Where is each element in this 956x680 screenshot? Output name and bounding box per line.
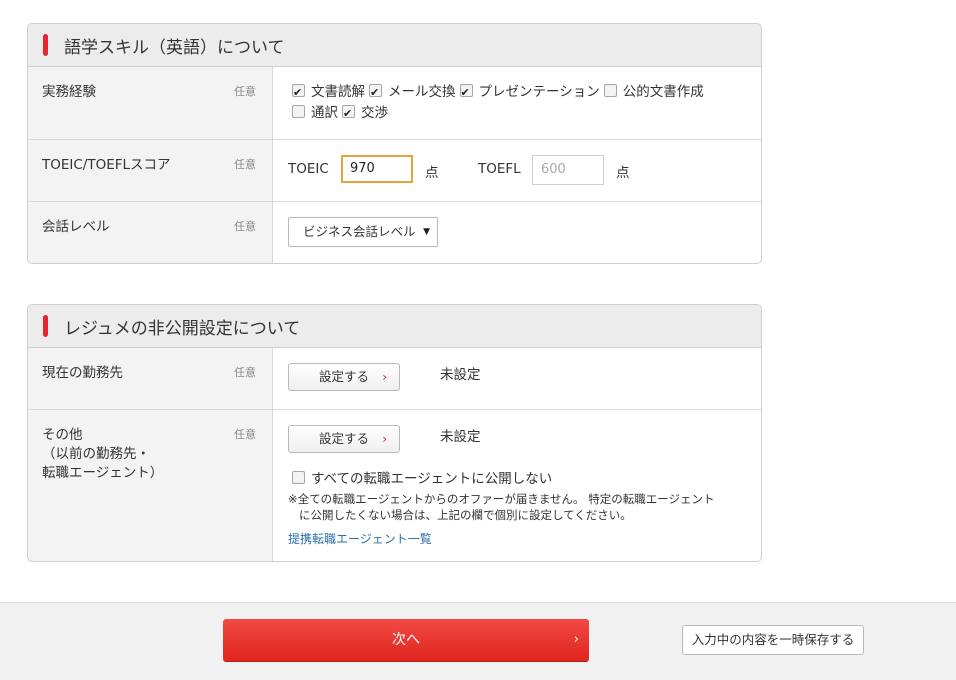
work-experience-label: 実務経験 [42, 84, 96, 100]
row-label-cell: 現在の勤務先 任意 [28, 348, 273, 409]
section-title: レジュメの非公開設定について [64, 318, 301, 339]
other-label-line2: （以前の勤務先・ [42, 446, 150, 462]
footer-bar: 次へ › 入力中の内容を一時保存する [0, 602, 956, 680]
checkbox-hide-all-agents[interactable]: すべての転職エージェントに公開しない [292, 467, 552, 487]
optional-badge: 任意 [234, 220, 256, 233]
section-accent-bar [43, 315, 48, 337]
conversation-level-select[interactable]: ビジネス会話レベル ▼ [288, 217, 438, 247]
conversation-level-label: 会話レベル [42, 219, 110, 235]
score-label: TOEIC/TOEFLスコア [42, 157, 171, 173]
checkbox-box[interactable] [292, 105, 305, 118]
checkbox-negotiation[interactable]: 交渉 [342, 103, 388, 124]
section-title: 語学スキル（英語）について [64, 37, 285, 58]
optional-badge: 任意 [234, 85, 256, 98]
chevron-right-icon: › [382, 432, 387, 446]
dropdown-caret-icon: ▼ [423, 227, 430, 237]
checkbox-label: 文書読解 [311, 84, 365, 100]
checkbox-box[interactable] [603, 84, 617, 97]
toeic-unit: 点 [425, 165, 439, 181]
resume-privacy-section: レジュメの非公開設定について 現在の勤務先 任意 設定する › 未設定 その他 … [27, 304, 762, 562]
note-line2: に公開したくない場合は、上記の欄で個別に設定してください。 [299, 508, 632, 522]
section-accent-bar [43, 34, 48, 56]
checkbox-box[interactable] [292, 471, 305, 484]
row-current-employer: 現在の勤務先 任意 設定する › 未設定 [28, 348, 761, 410]
checkbox-document-reading[interactable]: 文書読解 [292, 82, 365, 103]
current-employer-status: 未設定 [440, 367, 481, 383]
checkbox-box[interactable] [292, 82, 305, 103]
toeic-score-input[interactable]: 970 [341, 155, 413, 183]
checkbox-presentation[interactable]: プレゼンテーション [459, 82, 600, 103]
next-button-label: 次へ [392, 632, 420, 648]
row-label-cell: 会話レベル 任意 [28, 202, 273, 263]
next-button[interactable]: 次へ › [223, 619, 589, 661]
row-label-cell: 実務経験 任意 [28, 67, 273, 139]
other-label-line1: その他 [42, 427, 83, 443]
checkbox-label: 交渉 [361, 105, 388, 121]
work-experience-value: 文書読解 メール交換 プレゼンテーション 公的文書作成 通訳 交渉 [273, 67, 761, 139]
row-score: TOEIC/TOEFLスコア 任意 TOEIC 970 点 TOEFL 600 … [28, 140, 761, 202]
toefl-score-input[interactable]: 600 [532, 155, 604, 185]
chevron-right-icon: › [382, 370, 387, 384]
set-other-button[interactable]: 設定する › [288, 425, 400, 453]
toefl-label: TOEFL [478, 161, 521, 177]
other-label-line3: 転職エージェント） [42, 465, 164, 481]
checkbox-label: メール交換 [388, 84, 456, 100]
row-label-cell: TOEIC/TOEFLスコア 任意 [28, 140, 273, 201]
checkbox-box[interactable] [459, 82, 473, 103]
temporary-save-button[interactable]: 入力中の内容を一時保存する [682, 625, 864, 655]
section-header: 語学スキル（英語）について [28, 24, 761, 67]
note-line1: ※全ての転職エージェントからのオファーが届きません。 特定の転職エージェント [288, 492, 715, 506]
row-other: その他 （以前の勤務先・ 転職エージェント） 任意 設定する › 未設定 すべて… [28, 410, 761, 561]
selected-option: ビジネス会話レベル [303, 224, 416, 239]
row-work-experience: 実務経験 任意 文書読解 メール交換 プレゼンテーション 公的文書作成 通訳 交渉 [28, 67, 761, 140]
checkbox-label: すべての転職エージェントに公開しない [311, 471, 553, 487]
current-employer-label: 現在の勤務先 [42, 365, 123, 381]
checkbox-box[interactable] [342, 103, 355, 124]
privacy-note: ※全ての転職エージェントからのオファーが届きません。 特定の転職エージェント に… [288, 491, 714, 523]
other-status: 未設定 [440, 429, 481, 445]
language-skill-section: 語学スキル（英語）について 実務経験 任意 文書読解 メール交換 プレゼンテーション… [27, 23, 762, 264]
optional-badge: 任意 [234, 158, 256, 171]
checkbox-official-documents[interactable]: 公的文書作成 [603, 82, 704, 103]
chevron-right-icon: › [573, 632, 579, 647]
score-value: TOEIC 970 点 TOEFL 600 点 [273, 140, 761, 201]
set-current-employer-button[interactable]: 設定する › [288, 363, 400, 391]
optional-badge: 任意 [234, 366, 256, 379]
checkbox-box[interactable] [369, 82, 382, 103]
toefl-unit: 点 [616, 165, 630, 181]
section-header: レジュメの非公開設定について [28, 305, 761, 348]
row-conversation-level: 会話レベル 任意 ビジネス会話レベル ▼ [28, 202, 761, 263]
checkbox-label: プレゼンテーション [478, 84, 600, 100]
checkbox-label: 公的文書作成 [622, 84, 704, 100]
current-employer-value: 設定する › 未設定 [273, 348, 761, 409]
button-label: 設定する [318, 431, 369, 446]
checkbox-email-exchange[interactable]: メール交換 [369, 82, 456, 103]
checkbox-interpretation[interactable]: 通訳 [292, 103, 338, 124]
checkbox-label: 通訳 [311, 105, 338, 121]
conversation-level-value: ビジネス会話レベル ▼ [273, 202, 761, 263]
optional-badge: 任意 [234, 428, 256, 441]
partner-agent-list-link[interactable]: 提携転職エージェント一覧 [288, 530, 432, 547]
toeic-label: TOEIC [288, 161, 329, 177]
other-value: 設定する › 未設定 すべての転職エージェントに公開しない ※全ての転職エージェ… [273, 410, 761, 561]
button-label: 設定する [318, 369, 369, 384]
row-label-cell: その他 （以前の勤務先・ 転職エージェント） 任意 [28, 410, 273, 561]
